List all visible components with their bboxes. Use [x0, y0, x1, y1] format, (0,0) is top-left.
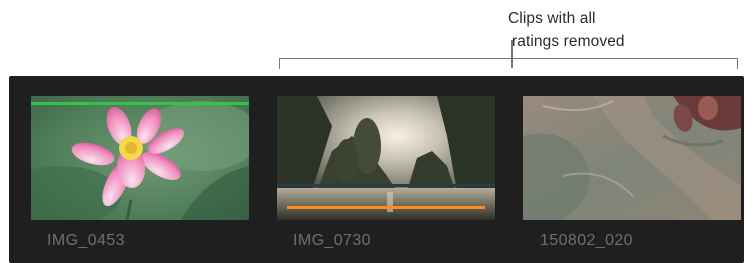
callout-bracket: [279, 58, 738, 69]
clip-name-150802-020: 150802_020: [540, 232, 633, 249]
clip-thumbnail-150802-020[interactable]: [523, 96, 741, 220]
lake-image: [277, 96, 495, 220]
lotus-image: [31, 96, 249, 220]
rock-image: [523, 96, 741, 220]
clip-name-img-0730: IMG_0730: [293, 232, 371, 249]
clip-name-img-0453: IMG_0453: [47, 232, 125, 249]
rejected-rating-bar: [287, 206, 485, 209]
callout-line-2: ratings removed: [512, 33, 625, 50]
favorite-rating-bar: [31, 102, 249, 105]
callout-line-1: Clips with all: [508, 10, 596, 27]
clip-thumbnail-img-0453[interactable]: [31, 96, 249, 220]
browser-filmstrip: IMG_0453 IMG_0730 150802_020: [9, 76, 744, 263]
callout-text: Clips with all ratings removed: [508, 7, 728, 53]
clip-thumbnail-img-0730[interactable]: [277, 96, 495, 220]
